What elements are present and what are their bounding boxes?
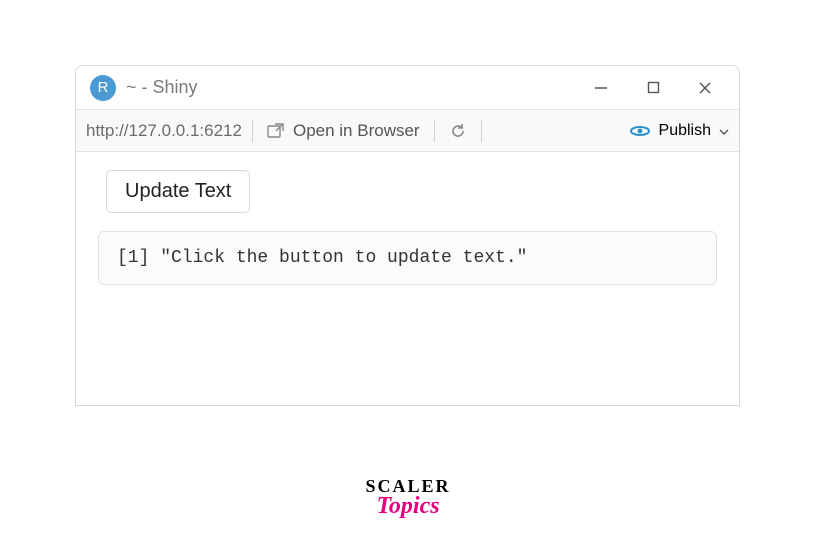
toolbar: http://127.0.0.1:6212 Open in Browser Pu… — [76, 110, 739, 152]
url-display[interactable]: http://127.0.0.1:6212 — [86, 121, 242, 141]
divider — [252, 120, 253, 142]
window-title: ~ - Shiny — [126, 77, 575, 98]
close-button[interactable] — [679, 70, 731, 106]
divider — [481, 120, 482, 142]
open-browser-label: Open in Browser — [293, 121, 420, 141]
app-r-icon: R — [90, 75, 116, 101]
refresh-icon — [449, 122, 467, 140]
update-text-button[interactable]: Update Text — [106, 170, 250, 213]
output-text: [1] "Click the button to update text." — [98, 231, 717, 285]
open-in-browser-button[interactable]: Open in Browser — [263, 119, 424, 143]
publish-icon — [629, 123, 651, 139]
maximize-button[interactable] — [627, 70, 679, 106]
publish-button[interactable]: Publish — [629, 122, 729, 140]
chevron-down-icon — [719, 122, 729, 140]
open-browser-icon — [267, 123, 285, 139]
refresh-button[interactable] — [445, 120, 471, 142]
window-controls — [575, 70, 731, 106]
content-area: Update Text [1] "Click the button to upd… — [76, 152, 739, 405]
watermark: SCALER Topics — [365, 476, 450, 520]
minimize-button[interactable] — [575, 70, 627, 106]
divider — [434, 120, 435, 142]
titlebar: R ~ - Shiny — [76, 66, 739, 110]
watermark-sub: Topics — [365, 493, 450, 520]
app-window: R ~ - Shiny http://127.0.0.1:6212 Open i… — [75, 65, 740, 406]
publish-label: Publish — [659, 122, 711, 140]
